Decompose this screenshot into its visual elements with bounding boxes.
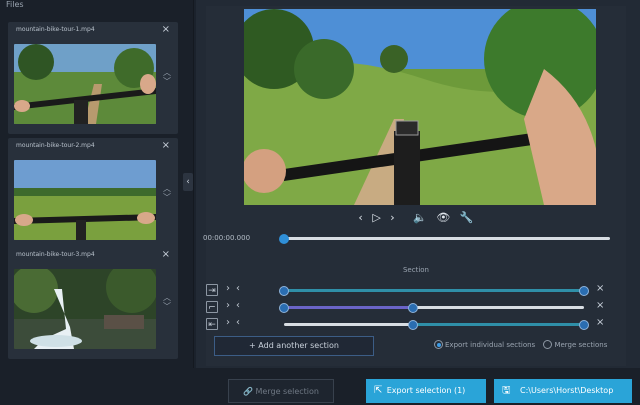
timecode: 00:00:00.000: [203, 234, 251, 242]
file-thumbnail[interactable]: [14, 160, 156, 240]
add-section-button[interactable]: + Add another section: [214, 336, 374, 356]
section-nudge-arrows[interactable]: ›‹: [226, 283, 246, 294]
remove-section-button[interactable]: ×: [596, 300, 604, 311]
remove-section-button[interactable]: ×: [596, 283, 604, 294]
files-panel-title: Files: [6, 0, 24, 9]
link-icon: 🔗: [243, 387, 256, 396]
export-individual-radio[interactable]: [434, 340, 443, 349]
remove-file-button[interactable]: ×: [162, 24, 170, 35]
section-range-slider[interactable]: [279, 302, 584, 313]
remove-section-button[interactable]: ×: [596, 317, 604, 328]
export-icon: ⇱: [374, 385, 383, 396]
section-row-3: ⇤ ›‹ ×: [206, 317, 626, 332]
export-selection-button[interactable]: ⇱ Export selection (1): [366, 379, 486, 403]
move-up-icon[interactable]: ︿: [160, 184, 174, 193]
export-selection-label: Export selection (1): [386, 386, 466, 395]
range-start-handle[interactable]: [408, 319, 418, 330]
section-nudge-arrows[interactable]: ›‹: [226, 300, 246, 311]
file-card-2[interactable]: mountain-bike-tour-2.mp4 × ︿ ﹀: [8, 138, 178, 250]
merge-sections-label[interactable]: Merge sections: [554, 341, 607, 349]
output-folder-button[interactable]: 🖫 C:\Users\Horst\Desktop: [494, 379, 632, 403]
volume-icon[interactable]: 🔈: [413, 211, 427, 224]
file-card-3[interactable]: mountain-bike-tour-3.mp4 × ︿ ﹀: [8, 247, 178, 359]
output-folder-label: C:\Users\Horst\Desktop: [520, 386, 614, 395]
range-end-handle[interactable]: [408, 302, 418, 313]
merge-selection-label: Merge selection: [255, 387, 319, 396]
move-up-icon[interactable]: ︿: [160, 68, 174, 77]
section-cut-icon[interactable]: ⌐: [206, 301, 218, 313]
play-icon[interactable]: ▷: [372, 211, 380, 224]
file-name: mountain-bike-tour-3.mp4: [16, 251, 95, 258]
collapse-panel-chevron-icon[interactable]: ‹: [183, 173, 193, 191]
files-panel: Files mountain-bike-tour-1.mp4 × ︿ ﹀ mou…: [0, 0, 194, 368]
export-individual-label[interactable]: Export individual sections: [445, 341, 535, 349]
file-name: mountain-bike-tour-2.mp4: [16, 142, 95, 149]
editor-frame: ‹ ▷ › 🔈 👁 🔧 00:00:00.000 Section ⇥ ›‹ × …: [203, 6, 626, 366]
timeline-slider[interactable]: [279, 233, 610, 244]
section-row-1: ⇥ ›‹ ×: [206, 283, 626, 298]
move-up-icon[interactable]: ︿: [160, 293, 174, 302]
move-down-icon[interactable]: ﹀: [160, 193, 174, 202]
section-start-icon[interactable]: ⇥: [206, 284, 218, 296]
range-end-handle[interactable]: [579, 285, 589, 296]
bottom-bar: 🔗 Merge selection ⇱ Export selection (1) …: [0, 368, 640, 405]
move-down-icon[interactable]: ﹀: [160, 302, 174, 311]
range-end-handle[interactable]: [579, 319, 589, 330]
range-start-handle[interactable]: [279, 285, 289, 296]
preview-eye-icon[interactable]: 👁: [436, 211, 450, 224]
export-mode-options: Export individual sections Merge section…: [434, 340, 613, 349]
section-row-2: ⌐ ›‹ ×: [206, 300, 626, 315]
move-down-icon[interactable]: ﹀: [160, 77, 174, 86]
save-icon: 🖫: [502, 385, 511, 396]
merge-sections-radio[interactable]: [543, 340, 553, 349]
section-range-slider[interactable]: [284, 319, 589, 330]
next-frame-icon[interactable]: ›: [390, 211, 394, 224]
merge-selection-button[interactable]: 🔗 Merge selection: [228, 379, 334, 403]
file-thumbnail[interactable]: [14, 44, 156, 124]
playback-controls: ‹ ▷ › 🔈 👁 🔧: [206, 211, 626, 224]
file-card-1[interactable]: mountain-bike-tour-1.mp4 × ︿ ﹀: [8, 22, 178, 134]
video-preview[interactable]: [244, 9, 596, 205]
previous-frame-icon[interactable]: ‹: [358, 211, 362, 224]
editor-area: ‹ ▷ › 🔈 👁 🔧 00:00:00.000 Section ⇥ ›‹ × …: [196, 0, 640, 368]
file-thumbnail[interactable]: [14, 269, 156, 349]
remove-file-button[interactable]: ×: [162, 140, 170, 151]
range-start-handle[interactable]: [279, 302, 289, 313]
section-label: Section: [402, 266, 429, 274]
file-name: mountain-bike-tour-1.mp4: [16, 26, 95, 33]
remove-file-button[interactable]: ×: [162, 249, 170, 260]
section-range-slider[interactable]: [279, 285, 589, 296]
section-end-icon[interactable]: ⇤: [206, 318, 218, 330]
timeline-thumb[interactable]: [279, 233, 289, 244]
section-nudge-arrows[interactable]: ›‹: [226, 317, 246, 328]
file-reorder-control: ︿ ﹀: [160, 293, 174, 311]
file-reorder-control: ︿ ﹀: [160, 68, 174, 86]
file-reorder-control: ︿ ﹀: [160, 184, 174, 202]
tools-wrench-icon[interactable]: 🔧: [460, 211, 474, 224]
